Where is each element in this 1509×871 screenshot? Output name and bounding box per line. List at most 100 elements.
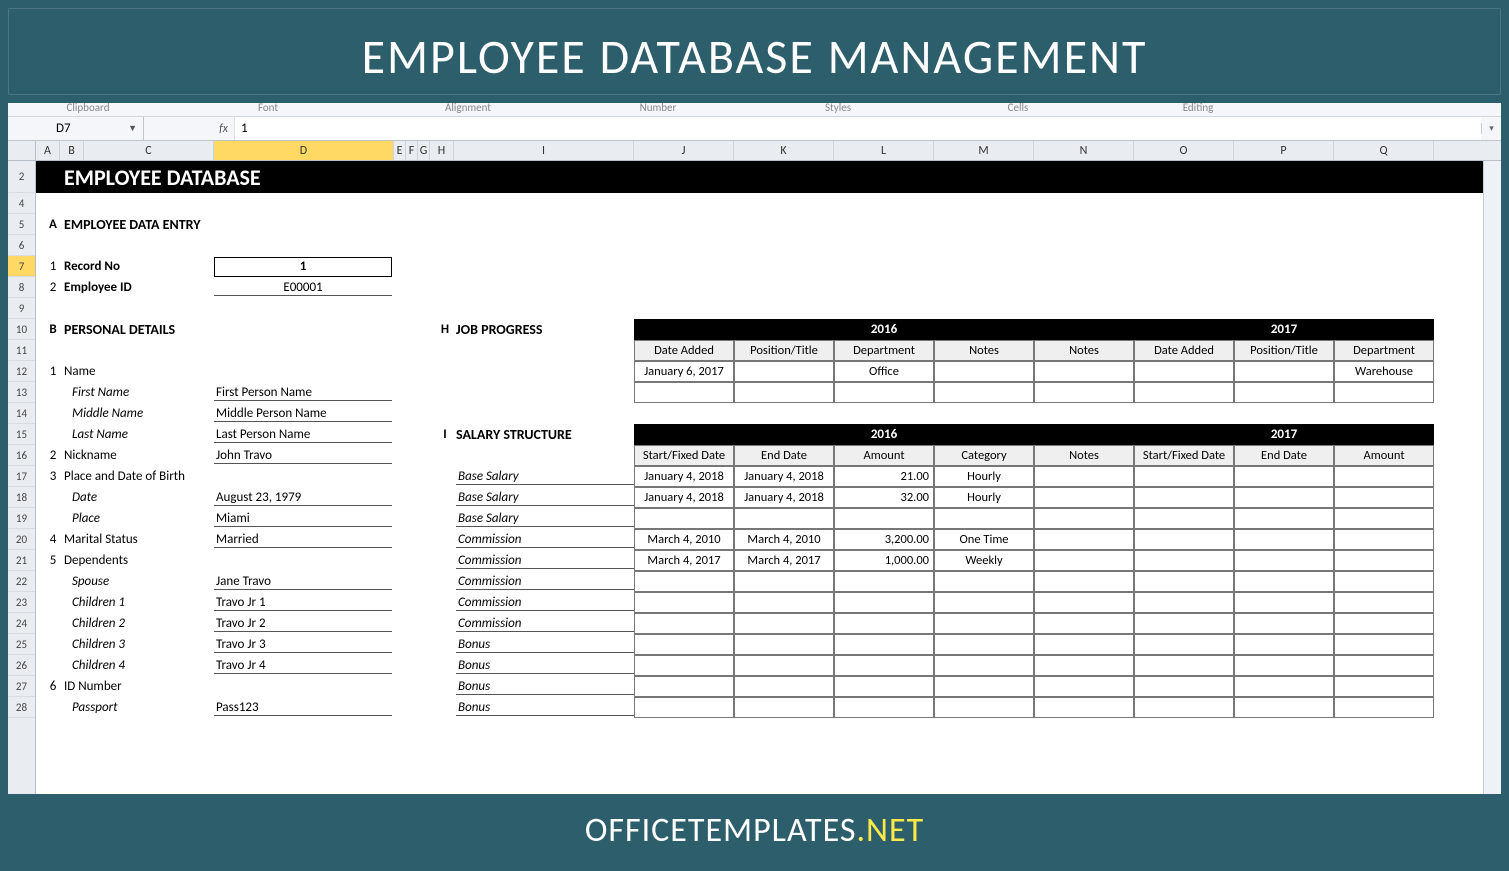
table-cell[interactable] xyxy=(934,592,1034,613)
table-cell[interactable] xyxy=(1134,571,1234,592)
table-cell[interactable] xyxy=(734,697,834,718)
table-cell[interactable] xyxy=(1134,697,1234,718)
table-cell[interactable]: Office xyxy=(834,361,934,382)
table-cell[interactable]: Hourly xyxy=(934,466,1034,487)
table-cell[interactable] xyxy=(1134,676,1234,697)
table-cell[interactable] xyxy=(1134,508,1234,529)
table-cell[interactable] xyxy=(834,655,934,676)
table-cell[interactable] xyxy=(734,634,834,655)
table-cell[interactable] xyxy=(1334,487,1434,508)
table-cell[interactable]: January 4, 2018 xyxy=(734,487,834,508)
row-number[interactable]: 5 xyxy=(8,214,35,235)
row-number[interactable]: 16 xyxy=(8,445,35,466)
table-cell[interactable] xyxy=(634,676,734,697)
table-cell[interactable] xyxy=(1034,361,1134,382)
column-header[interactable]: Q xyxy=(1334,141,1434,160)
formula-bar-expand-icon[interactable]: ▾ xyxy=(1481,123,1501,134)
row-number[interactable]: 7 xyxy=(8,256,35,277)
table-cell[interactable] xyxy=(1334,571,1434,592)
table-cell[interactable]: March 4, 2010 xyxy=(734,529,834,550)
employee-id-cell[interactable]: E00001 xyxy=(214,280,392,296)
row-number[interactable]: 17 xyxy=(8,466,35,487)
column-header[interactable]: A xyxy=(36,141,60,160)
table-cell[interactable] xyxy=(1234,361,1334,382)
field-value[interactable]: August 23, 1979 xyxy=(214,490,392,506)
row-number[interactable]: 13 xyxy=(8,382,35,403)
table-cell[interactable]: January 4, 2018 xyxy=(634,487,734,508)
column-header[interactable]: C xyxy=(84,141,214,160)
field-value[interactable]: John Travo xyxy=(214,448,392,464)
grid[interactable]: EMPLOYEE DATABASE A EMPLOYEE DATA ENTRY … xyxy=(36,161,1501,794)
column-header[interactable]: H xyxy=(430,141,454,160)
row-number[interactable]: 24 xyxy=(8,613,35,634)
row-number[interactable]: 4 xyxy=(8,193,35,214)
table-cell[interactable] xyxy=(634,571,734,592)
table-cell[interactable] xyxy=(1334,655,1434,676)
table-cell[interactable]: January 6, 2017 xyxy=(634,361,734,382)
table-cell[interactable] xyxy=(1334,529,1434,550)
table-cell[interactable] xyxy=(1034,655,1134,676)
table-cell[interactable] xyxy=(1034,550,1134,571)
table-cell[interactable] xyxy=(1234,592,1334,613)
table-cell[interactable] xyxy=(1034,487,1134,508)
table-cell[interactable]: Hourly xyxy=(934,487,1034,508)
table-cell[interactable] xyxy=(1234,697,1334,718)
table-cell[interactable] xyxy=(1034,676,1134,697)
record-no-cell[interactable]: 1 xyxy=(214,257,392,277)
table-cell[interactable] xyxy=(1034,634,1134,655)
table-cell[interactable] xyxy=(1034,613,1134,634)
table-cell[interactable] xyxy=(1134,487,1234,508)
table-cell[interactable]: March 4, 2010 xyxy=(634,529,734,550)
table-cell[interactable] xyxy=(1134,550,1234,571)
column-header[interactable]: K xyxy=(734,141,834,160)
table-cell[interactable] xyxy=(834,676,934,697)
table-cell[interactable]: March 4, 2017 xyxy=(734,550,834,571)
table-cell[interactable] xyxy=(1034,571,1134,592)
column-header[interactable]: F xyxy=(406,141,418,160)
table-cell[interactable] xyxy=(634,613,734,634)
formula-input[interactable]: 1 xyxy=(234,117,1481,140)
table-cell[interactable] xyxy=(1334,634,1434,655)
table-cell[interactable] xyxy=(1134,634,1234,655)
table-cell[interactable] xyxy=(1234,613,1334,634)
fx-label[interactable]: fx xyxy=(144,122,234,136)
table-cell[interactable] xyxy=(634,508,734,529)
table-cell[interactable] xyxy=(1134,361,1234,382)
table-cell[interactable] xyxy=(734,655,834,676)
table-cell[interactable] xyxy=(1034,529,1134,550)
table-cell[interactable] xyxy=(734,571,834,592)
name-box[interactable]: D7 ▼ xyxy=(8,117,144,140)
select-all-corner[interactable] xyxy=(8,141,36,160)
field-value[interactable]: Jane Travo xyxy=(214,574,392,590)
table-cell[interactable]: 1,000.00 xyxy=(834,550,934,571)
table-cell[interactable] xyxy=(1334,508,1434,529)
row-number[interactable]: 28 xyxy=(8,697,35,718)
table-cell[interactable] xyxy=(1034,382,1134,403)
table-cell[interactable] xyxy=(1034,697,1134,718)
row-number[interactable]: 26 xyxy=(8,655,35,676)
table-cell[interactable] xyxy=(1334,613,1434,634)
field-value[interactable]: Travo Jr 2 xyxy=(214,616,392,632)
table-cell[interactable]: Warehouse xyxy=(1334,361,1434,382)
table-cell[interactable] xyxy=(1134,592,1234,613)
table-cell[interactable] xyxy=(734,613,834,634)
table-cell[interactable] xyxy=(1334,466,1434,487)
row-number[interactable]: 14 xyxy=(8,403,35,424)
table-cell[interactable] xyxy=(734,592,834,613)
table-cell[interactable]: One Time xyxy=(934,529,1034,550)
table-cell[interactable] xyxy=(834,697,934,718)
table-cell[interactable] xyxy=(1034,592,1134,613)
table-cell[interactable] xyxy=(934,697,1034,718)
name-box-dropdown-icon[interactable]: ▼ xyxy=(128,123,143,134)
table-cell[interactable] xyxy=(634,697,734,718)
table-cell[interactable]: January 4, 2018 xyxy=(634,466,734,487)
row-number[interactable]: 18 xyxy=(8,487,35,508)
row-number[interactable]: 8 xyxy=(8,277,35,298)
table-cell[interactable] xyxy=(834,571,934,592)
table-cell[interactable] xyxy=(634,382,734,403)
table-cell[interactable] xyxy=(934,676,1034,697)
row-number[interactable]: 15 xyxy=(8,424,35,445)
column-header[interactable]: B xyxy=(60,141,84,160)
table-cell[interactable]: March 4, 2017 xyxy=(634,550,734,571)
table-cell[interactable] xyxy=(1134,613,1234,634)
